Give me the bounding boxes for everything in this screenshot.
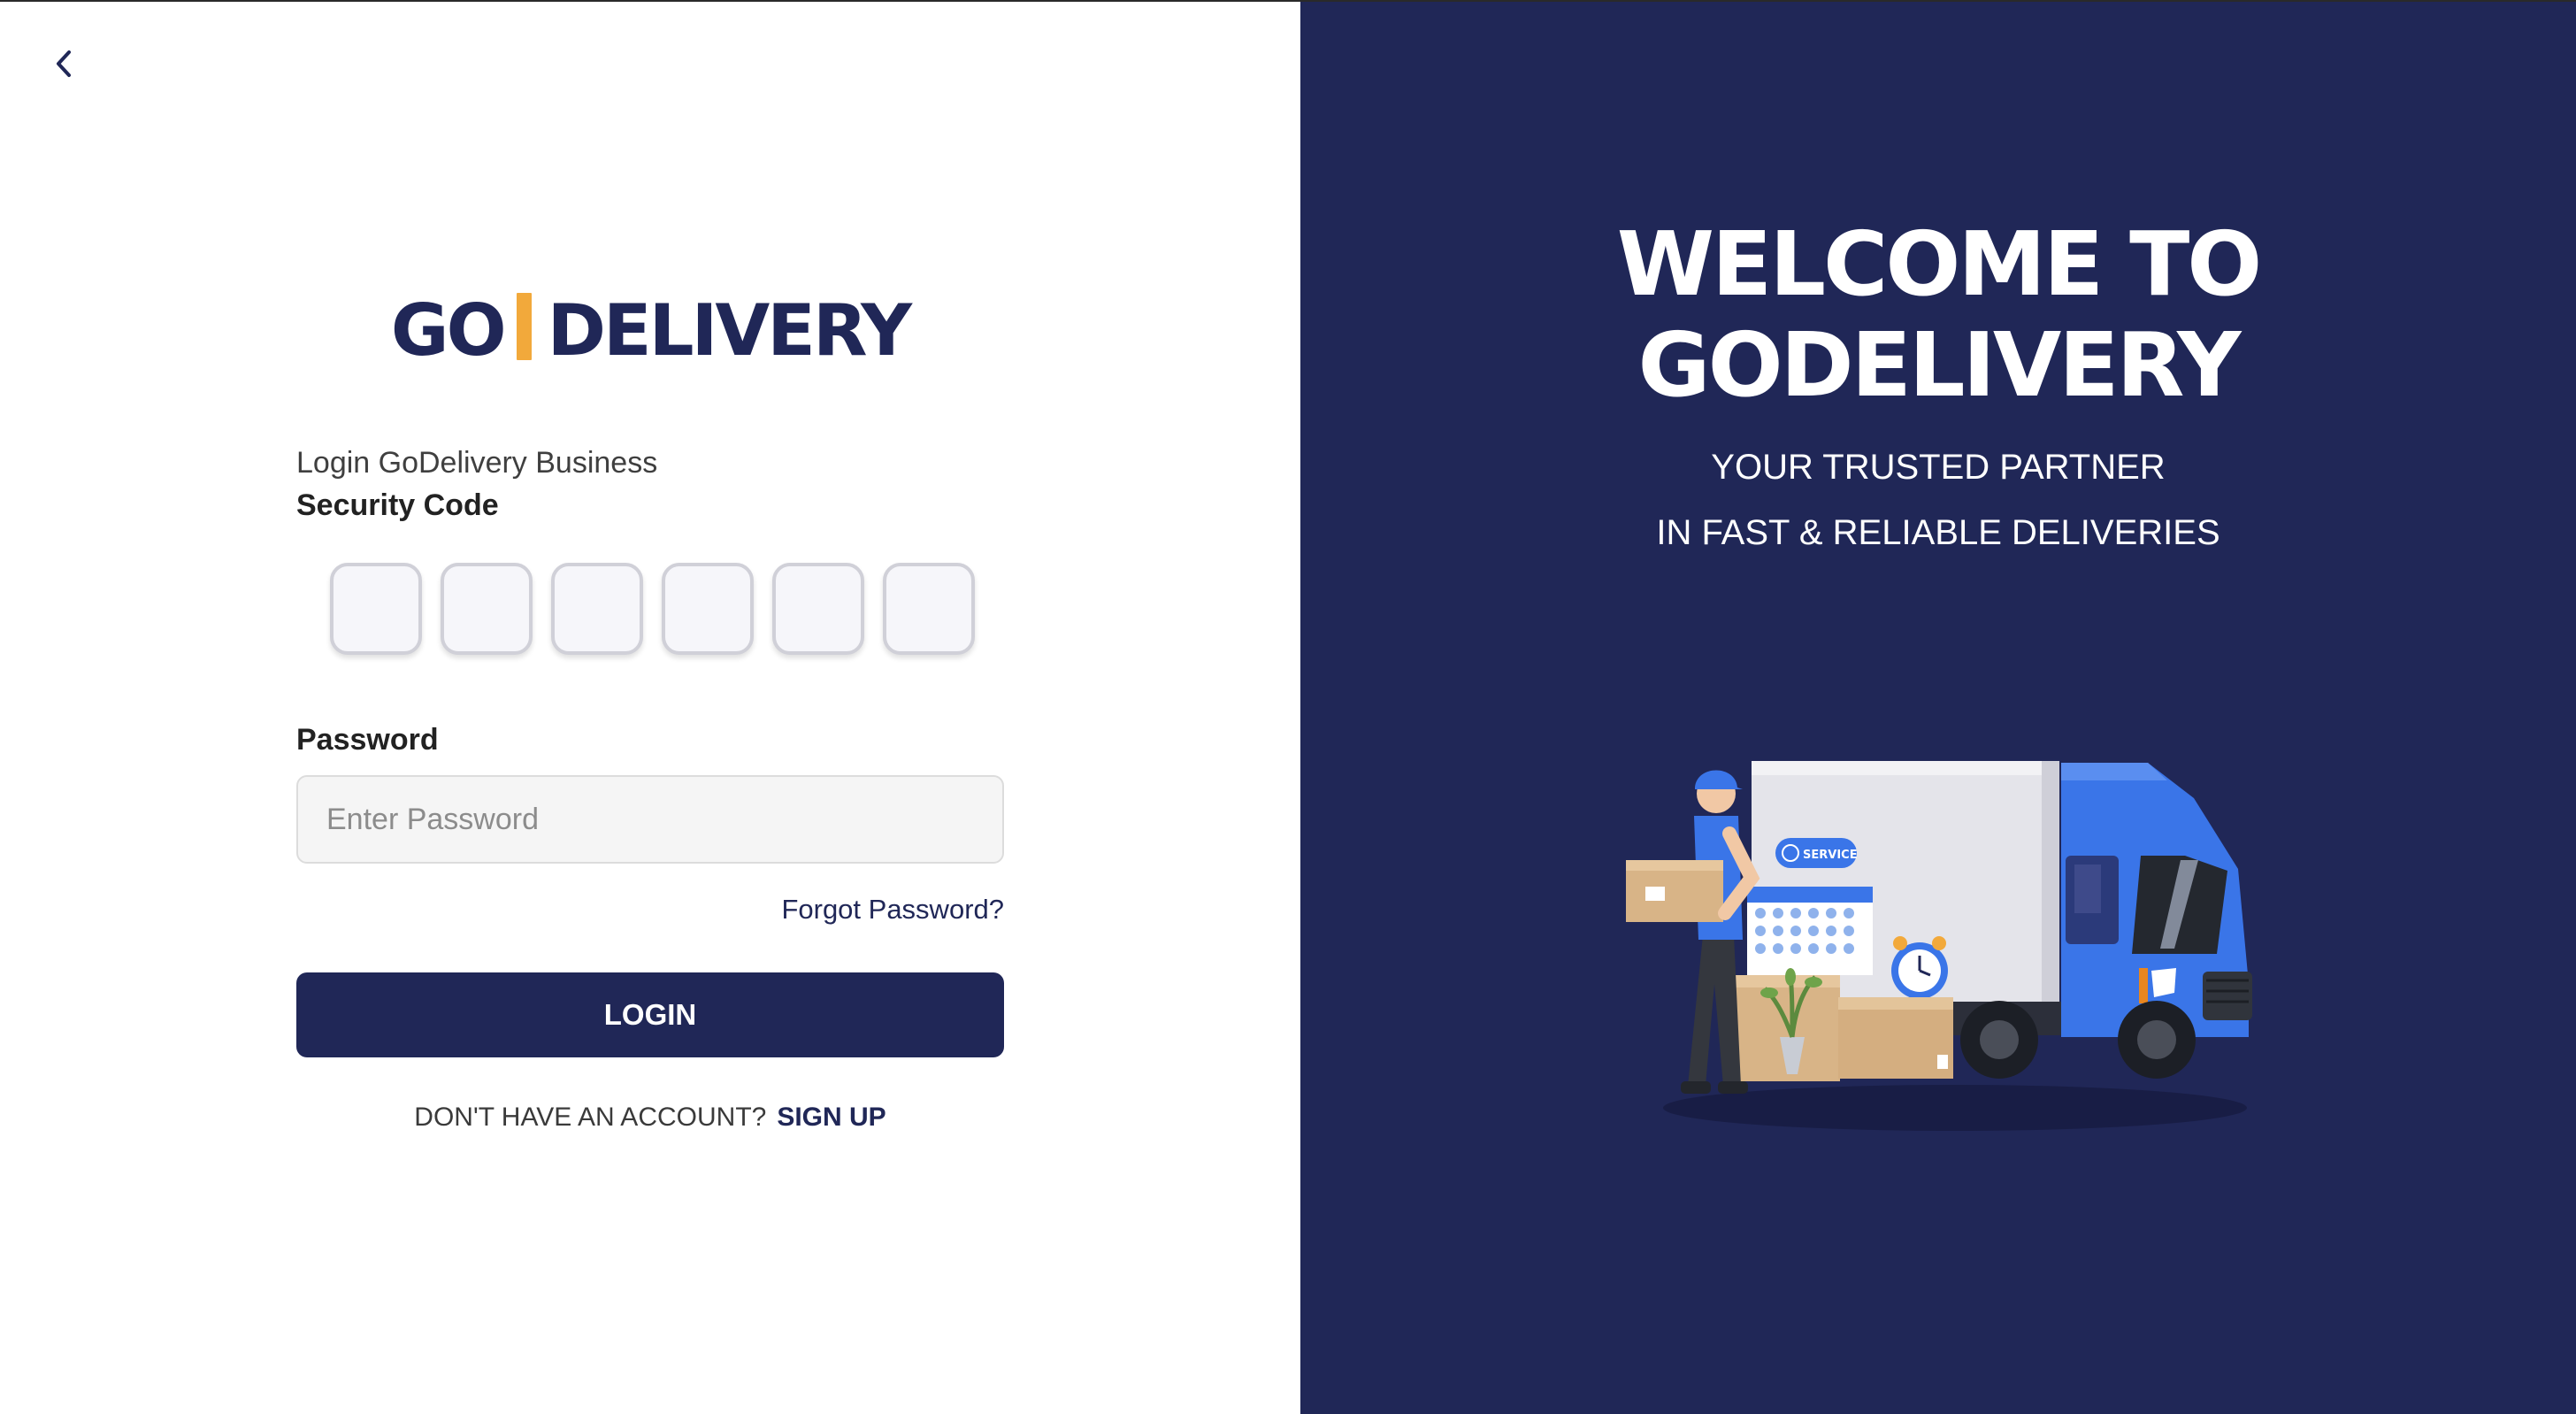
login-subtitle: Login GoDelivery Business	[296, 446, 658, 480]
tagline-line-1: YOUR TRUSTED PARTNER	[1711, 448, 2166, 487]
security-code-digit-3[interactable]	[551, 563, 643, 655]
signup-row: DON'T HAVE AN ACCOUNT? SIGN UP	[296, 1103, 1004, 1133]
tagline-line-2: IN FAST & RELIABLE DELIVERIES	[1656, 513, 2220, 552]
truck-badge-text: SERVICE	[1803, 849, 1858, 862]
delivery-truck-illustration: SERVICE	[1626, 761, 2252, 1131]
password-input[interactable]	[296, 775, 1004, 864]
welcome-title: WELCOME TO GODELIVERY	[1300, 214, 2576, 416]
logo-delivery: DELIVERY	[547, 289, 913, 372]
welcome-panel: WELCOME TO GODELIVERY YOUR TRUSTED PARTN…	[1300, 2, 2576, 1414]
forgot-password-link[interactable]: Forgot Password?	[296, 894, 1004, 926]
security-code-digit-6[interactable]	[883, 563, 975, 655]
no-account-text: DON'T HAVE AN ACCOUNT?	[414, 1103, 767, 1132]
security-code-digit-2[interactable]	[441, 563, 533, 655]
login-panel: GO DELIVERY Login GoDelivery Business Sec…	[0, 2, 1300, 1414]
welcome-title-line-2: GODELIVERY	[1637, 313, 2242, 417]
logo-go: GO	[390, 289, 507, 372]
signup-link[interactable]: SIGN UP	[777, 1103, 886, 1132]
brand-logo: GO DELIVERY	[0, 289, 1300, 372]
password-label: Password	[296, 723, 439, 757]
welcome-title-line-1: WELCOME TO	[1616, 212, 2263, 316]
security-code-label: Security Code	[296, 488, 499, 522]
login-button[interactable]: LOGIN	[296, 972, 1004, 1057]
back-chevron-icon	[57, 50, 71, 77]
security-code-digit-4[interactable]	[662, 563, 754, 655]
security-code-digit-1[interactable]	[330, 563, 422, 655]
security-code-inputs	[330, 563, 975, 655]
logo-divider	[516, 293, 532, 360]
security-code-digit-5[interactable]	[772, 563, 864, 655]
back-button[interactable]	[46, 46, 81, 81]
